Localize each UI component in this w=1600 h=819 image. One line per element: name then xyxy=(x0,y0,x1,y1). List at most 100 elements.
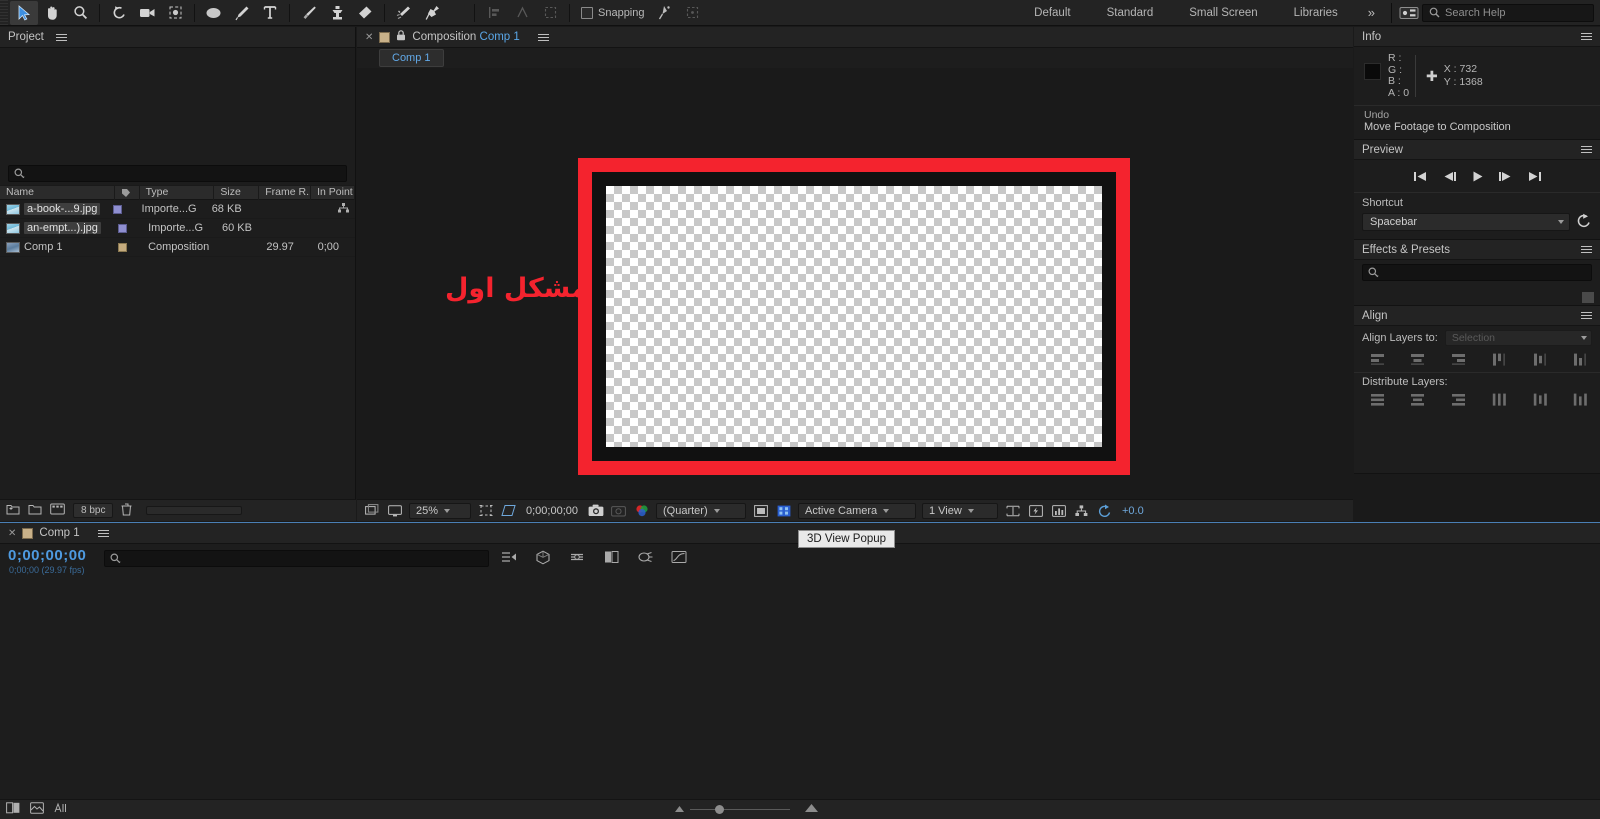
toggle-transparency-grid-icon[interactable] xyxy=(752,502,769,519)
reset-exposure-icon[interactable] xyxy=(1096,502,1113,519)
workspace-tab-libraries[interactable]: Libraries xyxy=(1276,0,1356,26)
always-preview-icon[interactable] xyxy=(363,502,380,519)
frame-blending-icon[interactable] xyxy=(602,548,620,566)
type-tool[interactable] xyxy=(256,1,284,25)
align-top-button[interactable] xyxy=(1486,351,1512,367)
align-center-vertical-button[interactable] xyxy=(1527,351,1553,367)
workspace-tab-default[interactable]: Default xyxy=(1016,0,1088,26)
effects-presets-menu-icon[interactable] xyxy=(1581,246,1592,253)
zoom-in-icon[interactable] xyxy=(804,803,819,816)
table-row[interactable]: a-book-...9.jpg Importe...G 68 KB xyxy=(0,200,355,219)
effects-presets-title[interactable]: Effects & Presets xyxy=(1362,244,1450,256)
project-item-name[interactable]: a-book-...9.jpg xyxy=(24,202,101,215)
mask-feather-icon[interactable] xyxy=(508,1,536,25)
motion-blur-footer-icon[interactable] xyxy=(54,802,68,817)
selection-tool[interactable] xyxy=(10,0,38,25)
column-header-name[interactable]: Name xyxy=(0,185,115,200)
workspace-overflow-icon[interactable]: » xyxy=(1356,5,1387,20)
bit-depth-button[interactable]: 8 bpc xyxy=(73,503,114,518)
main-viewer-icon[interactable] xyxy=(386,502,403,519)
timeline-panel-menu-icon[interactable] xyxy=(97,529,109,537)
fast-previews-icon[interactable] xyxy=(1027,502,1044,519)
label-swatch[interactable] xyxy=(113,204,123,214)
timeline-snapshot-icon[interactable] xyxy=(30,802,44,817)
align-left-icon[interactable] xyxy=(480,1,508,25)
align-left-button[interactable] xyxy=(1364,351,1390,367)
snapping-checkbox[interactable] xyxy=(581,6,593,19)
timeline-current-time[interactable]: 0;00;00;00 xyxy=(8,547,86,564)
shortcut-reset-icon[interactable] xyxy=(1576,213,1592,231)
project-panel-title[interactable]: Project xyxy=(8,31,44,43)
distribute-bottom-button[interactable] xyxy=(1446,391,1472,407)
current-time-display[interactable]: 0;00;00;00 xyxy=(523,505,581,517)
timeline-search-input[interactable] xyxy=(104,550,489,567)
snapshot-camera-icon[interactable] xyxy=(587,502,604,519)
timeline-zoom-slider[interactable] xyxy=(675,804,818,814)
preview-panel-menu-icon[interactable] xyxy=(1581,146,1592,153)
align-center-horizontal-button[interactable] xyxy=(1405,351,1431,367)
show-snapshot-icon[interactable] xyxy=(610,502,627,519)
hand-tool[interactable] xyxy=(38,1,66,25)
info-panel-menu-icon[interactable] xyxy=(1581,33,1592,40)
new-animation-preset-icon[interactable] xyxy=(1582,292,1594,303)
composition-mini-flowchart-icon[interactable] xyxy=(500,548,518,566)
composition-tab-name[interactable]: Comp 1 xyxy=(480,31,520,43)
zoom-level-select[interactable]: 25% xyxy=(409,502,471,519)
project-item-name[interactable]: Comp 1 xyxy=(24,238,118,257)
align-right-button[interactable] xyxy=(1446,351,1472,367)
shape-tool[interactable] xyxy=(200,1,228,25)
camera-tool[interactable] xyxy=(133,1,161,25)
zoom-slider-thumb[interactable] xyxy=(715,805,724,814)
snapping-toggle[interactable]: Snapping xyxy=(575,5,651,21)
lock-icon[interactable] xyxy=(396,30,406,44)
preview-panel-title[interactable]: Preview xyxy=(1362,144,1403,156)
close-icon[interactable]: ✕ xyxy=(365,32,373,43)
column-header-label[interactable] xyxy=(115,185,140,200)
clone-stamp-tool[interactable] xyxy=(323,1,351,25)
effects-presets-search-input[interactable] xyxy=(1362,264,1592,281)
snapping-pen-icon[interactable] xyxy=(651,1,679,25)
eraser-tool[interactable] xyxy=(351,1,379,25)
align-panel-title[interactable]: Align xyxy=(1362,310,1388,322)
timeline-tab-name[interactable]: Comp 1 xyxy=(39,527,79,539)
pen-tool[interactable] xyxy=(228,1,256,25)
align-bottom-button[interactable] xyxy=(1568,351,1594,367)
channel-rgb-icon[interactable] xyxy=(633,502,650,519)
column-header-size[interactable]: Size xyxy=(214,185,260,200)
distribute-vertical-center-button[interactable] xyxy=(1405,391,1431,407)
roto-brush-tool[interactable] xyxy=(390,1,418,25)
used-in-comp-icon[interactable] xyxy=(338,202,350,216)
region-of-interest-icon[interactable] xyxy=(477,502,494,519)
graph-editor-icon[interactable] xyxy=(670,548,688,566)
workspace-tab-small-screen[interactable]: Small Screen xyxy=(1171,0,1275,26)
delete-icon[interactable] xyxy=(121,503,132,519)
new-comp-icon[interactable] xyxy=(50,503,65,518)
project-panel-menu-icon[interactable] xyxy=(55,33,67,41)
distribute-horizontal-center-button[interactable] xyxy=(1527,391,1553,407)
puppet-pin-tool[interactable] xyxy=(418,1,446,25)
snapping-box-icon[interactable] xyxy=(679,1,707,25)
toggle-switches-modes-icon[interactable] xyxy=(6,802,20,817)
timeline-graph-icon[interactable] xyxy=(1050,502,1067,519)
info-panel-title[interactable]: Info xyxy=(1362,31,1381,43)
comp-flowchart-icon[interactable] xyxy=(1073,502,1090,519)
composition-panel-menu-icon[interactable] xyxy=(537,33,549,41)
composition-viewer[interactable]: مشکل اول xyxy=(357,68,1353,499)
motion-blur-icon[interactable] xyxy=(636,548,654,566)
last-frame-button[interactable] xyxy=(1527,170,1542,183)
new-folder-icon[interactable] xyxy=(6,503,20,518)
align-panel-menu-icon[interactable] xyxy=(1581,312,1592,319)
effects-presets-list[interactable] xyxy=(1354,285,1600,305)
view-layout-select[interactable]: 1 View xyxy=(922,502,998,519)
draft-3d-icon[interactable] xyxy=(534,548,552,566)
zoom-tool[interactable] xyxy=(66,1,94,25)
play-button[interactable] xyxy=(1471,170,1484,183)
table-row[interactable]: Comp 1 Composition 29.97 0;00 xyxy=(0,238,355,257)
grids-guides-icon[interactable] xyxy=(500,502,517,519)
distribute-top-button[interactable] xyxy=(1364,391,1390,407)
folder-icon[interactable] xyxy=(28,503,42,518)
resolution-select[interactable]: (Quarter) xyxy=(656,502,746,519)
rotation-tool[interactable] xyxy=(105,1,133,25)
column-header-in-point[interactable]: In Point xyxy=(311,185,355,200)
project-item-name[interactable]: an-empt...).jpg xyxy=(24,221,101,234)
